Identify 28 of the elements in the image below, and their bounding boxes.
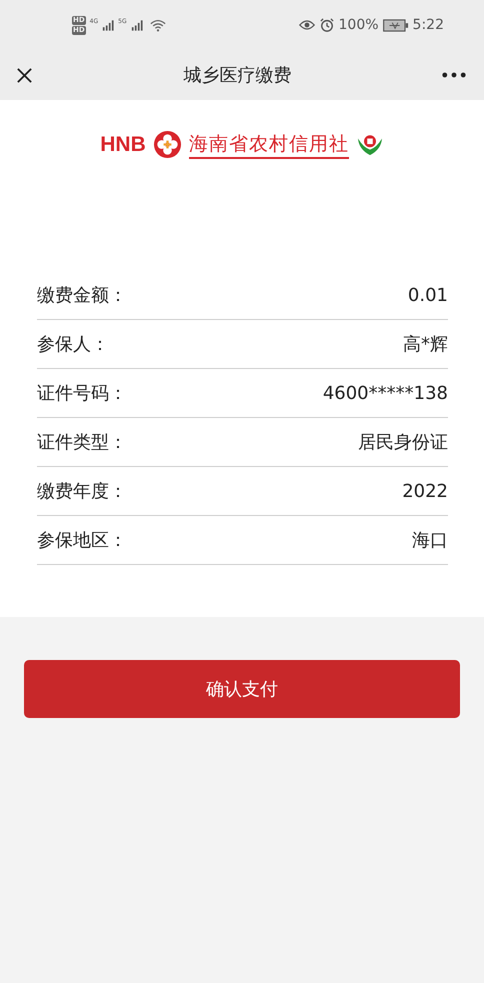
battery-icon (382, 18, 409, 32)
battery-percent: 100% (338, 17, 379, 33)
clock: 5:22 (412, 17, 444, 33)
field-value: 4600*****138 (322, 382, 448, 404)
signal-icon (130, 20, 143, 30)
field-label: 证件类型： (37, 431, 127, 454)
field-value: 居民身份证 (358, 431, 448, 454)
field-label: 参保地区： (37, 529, 127, 552)
flower-logo-icon (152, 130, 182, 159)
field-label: 证件号码： (37, 382, 127, 405)
coin-emblem-icon (356, 132, 384, 156)
logo-abbreviation: HNB (100, 132, 146, 156)
close-icon[interactable] (16, 66, 33, 84)
field-label: 缴费金额： (37, 284, 127, 307)
eye-icon (298, 18, 315, 32)
more-icon[interactable] (442, 72, 466, 78)
bank-name: 海南省农村信用社 (188, 130, 349, 158)
signal-icon (102, 20, 114, 30)
field-value: 高*辉 (403, 333, 448, 356)
confirm-payment-button[interactable]: 确认支付 (24, 660, 460, 718)
field-value: 2022 (402, 480, 448, 502)
page-title: 城乡医疗缴费 (184, 64, 292, 87)
field-label: 参保人： (37, 333, 109, 356)
field-label: 缴费年度： (37, 480, 127, 503)
alarm-icon (318, 18, 335, 32)
field-value: 0.01 (408, 284, 448, 306)
wifi-icon (150, 18, 166, 32)
field-value: 海口 (412, 529, 448, 552)
